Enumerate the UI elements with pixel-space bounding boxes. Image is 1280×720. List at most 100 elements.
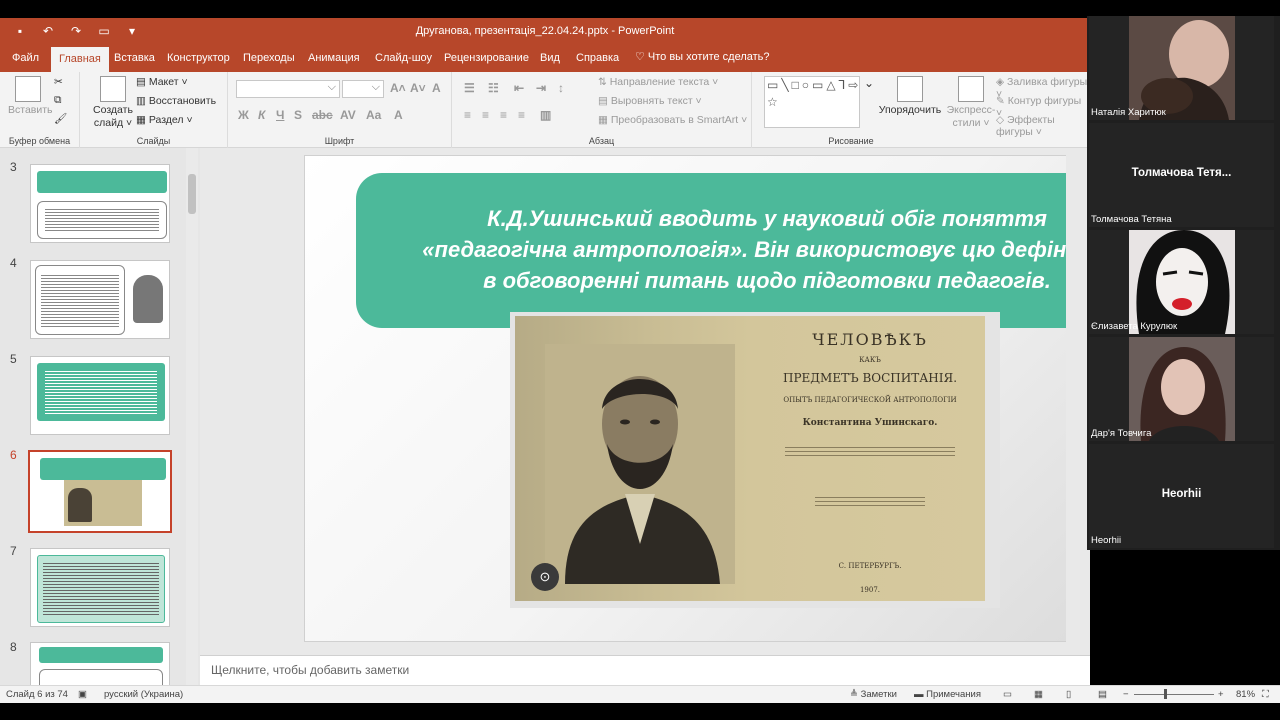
clear-format-icon[interactable]: A: [432, 81, 441, 95]
slide-title-text[interactable]: К.Д.Ушинський вводить у науковий обіг по…: [372, 203, 1090, 296]
participant-tile[interactable]: Наталія Харитюк: [1089, 16, 1274, 120]
tab-review[interactable]: Рецензирование: [438, 49, 535, 67]
tell-me-search[interactable]: ♡ Что вы хотите сделать?: [635, 50, 770, 63]
comment-icon: ▬: [914, 689, 927, 700]
slide-thumbnail-3[interactable]: [30, 164, 170, 243]
slide-thumbnail-8[interactable]: [30, 642, 170, 685]
cut-icon[interactable]: ✂: [54, 76, 63, 88]
align-right-icon[interactable]: ≡: [500, 108, 507, 122]
slide-sorter-icon[interactable]: ▦: [1034, 689, 1043, 700]
tab-file[interactable]: Файл: [6, 49, 45, 67]
grow-font-icon[interactable]: A˄: [390, 81, 406, 95]
tab-insert[interactable]: Вставка: [108, 49, 161, 67]
book-picture[interactable]: ЧЕЛОВѢКЪ КАКЪ ПРЕДМЕТЪ ВОСПИТАНІЯ. ОПЫТЪ…: [515, 316, 985, 601]
align-center-icon[interactable]: ≡: [482, 108, 489, 122]
new-slide-icon: [100, 76, 126, 102]
fit-to-window-icon[interactable]: ⛶: [1262, 689, 1269, 700]
slide-thumbnail-7[interactable]: [30, 548, 170, 627]
zoom-slider-thumb[interactable]: [1164, 689, 1167, 699]
bold-icon[interactable]: Ж: [238, 108, 249, 122]
copy-icon[interactable]: ⧉: [54, 94, 62, 107]
columns-icon[interactable]: ▥: [540, 108, 551, 122]
group-drawing: ▭╲□○▭△⅂⇨⇩◇▭↘↗⌒{}☆ ⌄ Упорядочить Экспресс…: [752, 72, 1090, 148]
book-author: Константина Ушинскаго.: [802, 418, 938, 428]
quick-styles-button[interactable]: Экспресс- стили ˅: [946, 76, 996, 130]
tab-transitions[interactable]: Переходы: [237, 49, 301, 67]
font-size-dropdown[interactable]: [342, 80, 384, 98]
shapes-gallery[interactable]: ▭╲□○▭△⅂⇨⇩◇▭↘↗⌒{}☆: [764, 76, 860, 128]
participant-display-name: Толмачова Тетя...: [1131, 167, 1232, 179]
thumbnail-scrollbar[interactable]: [186, 148, 198, 685]
title-banner[interactable]: К.Д.Ушинський вводить у науковий обіг по…: [356, 173, 1090, 328]
increase-indent-icon[interactable]: ⇥: [536, 81, 546, 95]
book-title-page: ЧЕЛОВѢКЪ КАКЪ ПРЕДМЕТЪ ВОСПИТАНІЯ. ОПЫТЪ…: [755, 316, 985, 601]
tab-design[interactable]: Конструктор: [161, 49, 236, 67]
comments-toggle-button[interactable]: ▬ Примечания: [914, 689, 981, 700]
slide-thumbnail-panel[interactable]: 3 4 5 6 7 8: [0, 148, 200, 685]
align-text-button[interactable]: ▤ Выровнять текст ˅: [598, 95, 702, 107]
layout-button[interactable]: ▤ Макет ˅: [136, 76, 188, 88]
tab-home[interactable]: Главная: [51, 47, 109, 72]
shrink-font-icon[interactable]: A˅: [410, 81, 426, 95]
image-zoom-icon[interactable]: ⊙: [531, 563, 559, 591]
italic-icon[interactable]: К: [258, 108, 265, 122]
spellcheck-icon[interactable]: ▣: [78, 689, 87, 700]
slide-editor: К.Д.Ушинський вводить у науковий обіг по…: [200, 148, 1090, 655]
format-painter-icon[interactable]: 🖌: [54, 112, 67, 125]
participant-name: Дар'я Товчига: [1091, 428, 1152, 439]
line-spacing-icon[interactable]: ↕: [558, 81, 564, 95]
participant-tile[interactable]: Heorhii Heorhii: [1089, 444, 1274, 548]
strikethrough-icon[interactable]: abc: [312, 108, 333, 122]
participant-tile[interactable]: Єлизавета Курулюк: [1089, 230, 1274, 334]
group-clipboard: Вставить ✂ ⧉ 🖌 Буфер обмена: [0, 72, 80, 148]
zoom-in-icon[interactable]: +: [1218, 689, 1224, 700]
zoom-slider[interactable]: [1134, 694, 1214, 695]
text-direction-button[interactable]: ⇅ Направление текста ˅: [598, 76, 718, 88]
reading-view-icon[interactable]: ▯: [1066, 689, 1071, 700]
notes-toggle-button[interactable]: ≜ Заметки: [850, 689, 897, 700]
slide-thumbnail-6-selected[interactable]: [28, 450, 172, 533]
font-color-icon[interactable]: A: [394, 108, 403, 122]
text-direction-icon: ⇅: [598, 76, 610, 88]
underline-icon[interactable]: Ч: [276, 108, 284, 122]
current-slide[interactable]: К.Д.Ушинський вводить у науковий обіг по…: [304, 155, 1090, 642]
spacing-icon[interactable]: AV: [340, 108, 356, 122]
tab-slideshow[interactable]: Слайд-шоу: [369, 49, 438, 67]
arrange-button[interactable]: Упорядочить: [878, 76, 942, 116]
normal-view-icon[interactable]: ▭: [1003, 689, 1012, 700]
reset-button[interactable]: ▥ Восстановить: [136, 95, 216, 107]
participant-video: [1129, 16, 1235, 120]
decrease-indent-icon[interactable]: ⇤: [514, 81, 524, 95]
notes-pane[interactable]: Щелкните, чтобы добавить заметки: [200, 655, 1090, 685]
gallery-scroll-icon[interactable]: ⌄: [864, 76, 874, 90]
pen-icon: ✎: [996, 95, 1008, 107]
shape-effects-button[interactable]: ◇ Эффекты фигуры ˅: [996, 114, 1090, 138]
slide-thumbnail-5[interactable]: [30, 356, 170, 435]
notes-placeholder: Щелкните, чтобы добавить заметки: [211, 663, 410, 677]
bullets-icon[interactable]: ☰: [464, 81, 475, 95]
zoom-out-icon[interactable]: −: [1123, 689, 1129, 700]
align-left-icon[interactable]: ≡: [464, 108, 471, 122]
change-case-icon[interactable]: Aa: [366, 108, 381, 122]
new-slide-button[interactable]: Создать слайд ˅: [90, 76, 136, 130]
thumbnail-scroll-thumb[interactable]: [188, 174, 196, 214]
shadow-icon[interactable]: S: [294, 108, 302, 122]
participant-tile[interactable]: Дар'я Товчига: [1089, 337, 1274, 441]
slideshow-view-icon[interactable]: ▤: [1098, 689, 1107, 700]
font-name-dropdown[interactable]: [236, 80, 340, 98]
section-button[interactable]: ▦ Раздел ˅: [136, 114, 193, 126]
tab-help[interactable]: Справка: [570, 49, 625, 67]
participant-tile[interactable]: Толмачова Тетя... Толмачова Тетяна: [1089, 123, 1274, 227]
justify-icon[interactable]: ≡: [518, 108, 525, 122]
tab-view[interactable]: Вид: [534, 49, 566, 67]
numbering-icon[interactable]: ☷: [488, 81, 499, 95]
convert-smartart-button[interactable]: ▦ Преобразовать в SmartArt ˅: [598, 114, 747, 126]
arrange-icon: [897, 76, 923, 102]
slide-counter: Слайд 6 из 74: [6, 689, 68, 700]
tab-animations[interactable]: Анимация: [302, 49, 366, 67]
paste-button[interactable]: Вставить: [8, 76, 53, 116]
zoom-level[interactable]: 81%: [1236, 689, 1255, 700]
language-indicator[interactable]: русский (Украина): [104, 689, 183, 700]
quick-styles-icon: [958, 76, 984, 102]
slide-thumbnail-4[interactable]: [30, 260, 170, 339]
